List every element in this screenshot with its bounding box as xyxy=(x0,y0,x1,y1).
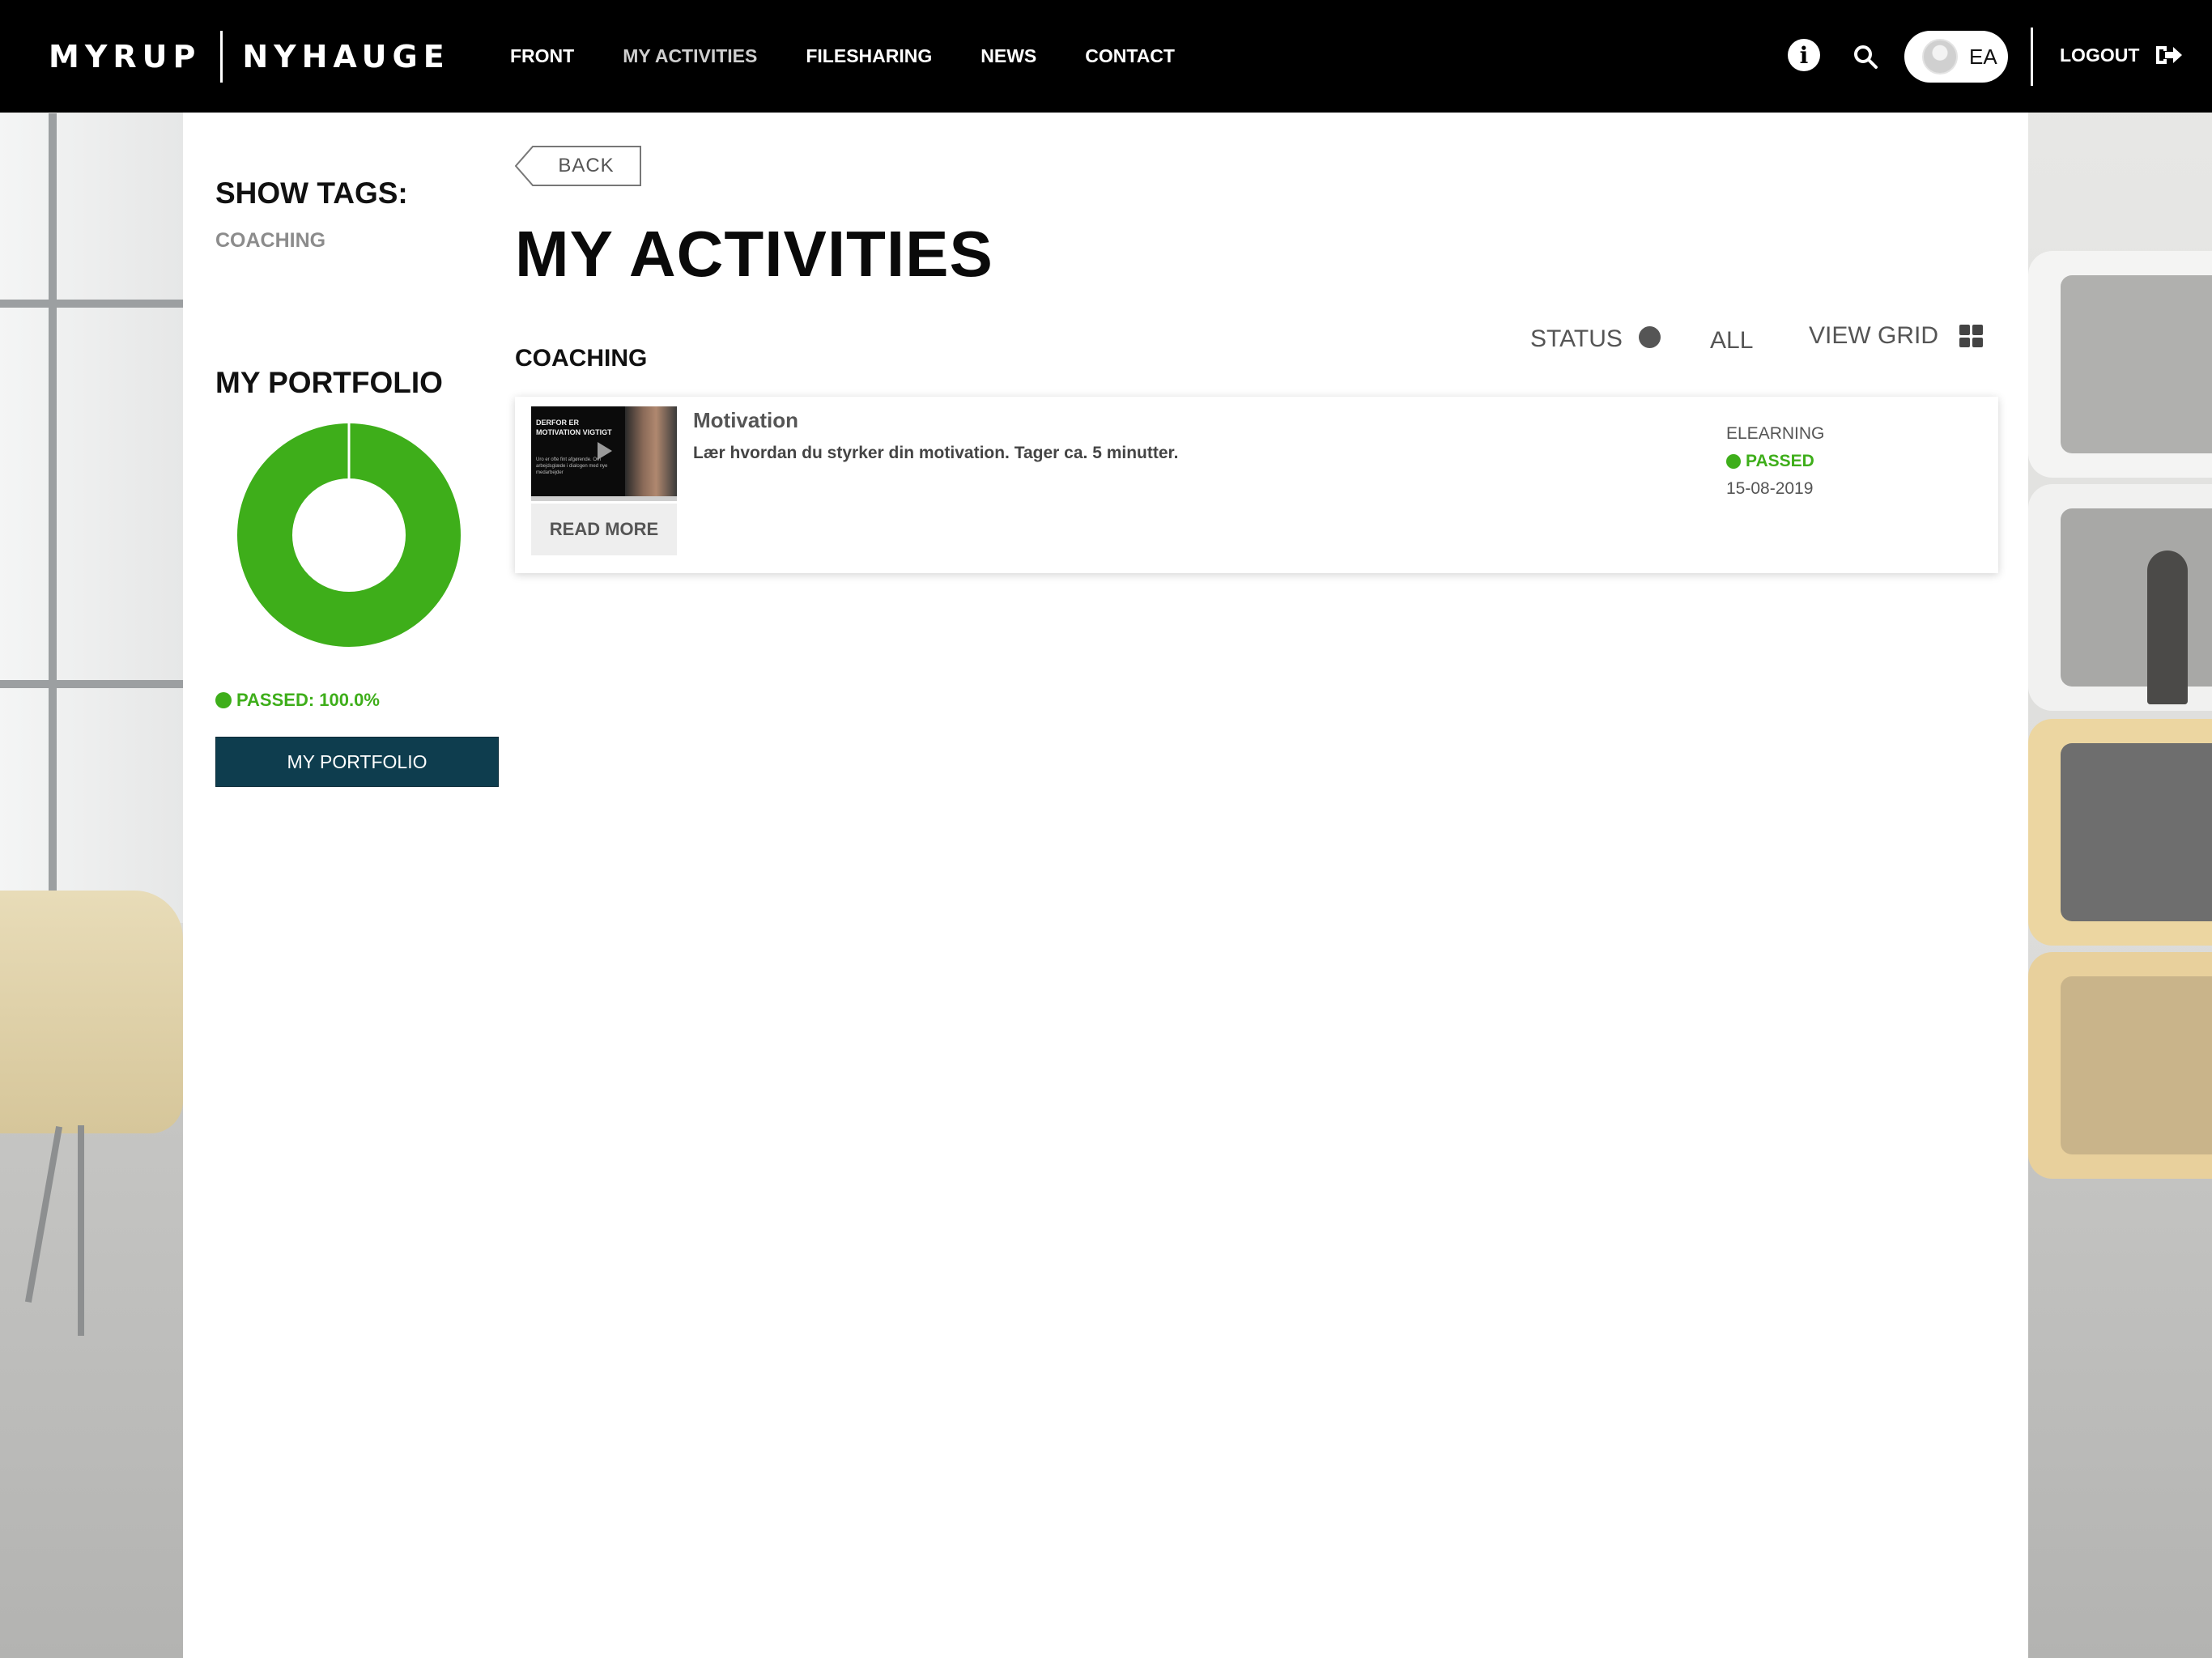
nav-item-filesharing[interactable]: FILESHARING xyxy=(806,45,932,67)
view-grid-toggle[interactable]: VIEW GRID xyxy=(1809,322,1984,350)
search-icon[interactable] xyxy=(1851,42,1880,71)
nav-item-news[interactable]: NEWS xyxy=(981,45,1036,67)
view-grid-label: VIEW GRID xyxy=(1809,322,1939,349)
section-title: COACHING xyxy=(515,345,648,372)
passed-summary: PASSED: 100.0% xyxy=(215,690,380,711)
info-icon[interactable]: i xyxy=(1788,39,1820,71)
activity-status-label: PASSED xyxy=(1746,452,1814,470)
brand-left: MYRUP xyxy=(49,39,202,74)
presenter-image xyxy=(625,406,677,501)
passed-percentage: PASSED: 100.0% xyxy=(236,690,380,710)
show-tags-title: SHOW TAGS: xyxy=(215,176,408,210)
logout-icon xyxy=(2156,46,2183,64)
nav-item-my-activities[interactable]: MY ACTIVITIES xyxy=(623,45,757,67)
activity-description: Lær hvordan du styrker din motivation. T… xyxy=(693,444,1179,462)
status-passed-dot xyxy=(1726,454,1741,469)
logout-label: LOGOUT xyxy=(2060,44,2140,66)
user-initials: EA xyxy=(1969,44,1997,69)
portfolio-donut-chart xyxy=(237,423,461,647)
brand-logo[interactable]: MYRUP NYHAUGE xyxy=(49,31,450,83)
activity-date: 15-08-2019 xyxy=(1726,479,1814,498)
main-nav: FRONT MY ACTIVITIES FILESHARING NEWS CON… xyxy=(510,0,1223,113)
page-title: MY ACTIVITIES xyxy=(515,218,993,290)
play-icon xyxy=(598,442,612,460)
logout-button[interactable]: LOGOUT xyxy=(2060,40,2183,70)
grid-icon xyxy=(1959,325,1984,347)
figurine-decoration xyxy=(2147,551,2188,704)
nav-divider xyxy=(2031,28,2033,86)
user-menu-button[interactable]: EA xyxy=(1904,31,2008,83)
chair-decoration xyxy=(0,891,183,1133)
activity-card: DERFOR ER MOTIVATION VIGTIGT Uro er ofte… xyxy=(515,397,1998,573)
status-dot-icon xyxy=(1638,325,1661,348)
window-decoration xyxy=(0,113,183,923)
top-nav-bar: MYRUP NYHAUGE FRONT MY ACTIVITIES FILESH… xyxy=(0,0,2212,113)
brand-divider xyxy=(220,31,223,83)
activity-title[interactable]: Motivation xyxy=(693,408,798,433)
video-progress-bar xyxy=(531,496,677,501)
back-label: BACK xyxy=(558,155,615,176)
status-filter-label: STATUS xyxy=(1530,325,1623,352)
back-button[interactable]: BACK xyxy=(515,146,641,186)
thumbnail-caption: DERFOR ER MOTIVATION VIGTIGT xyxy=(536,419,612,436)
nav-item-front[interactable]: FRONT xyxy=(510,45,574,67)
status-filter[interactable]: STATUS xyxy=(1530,325,1661,353)
portfolio-title: MY PORTFOLIO xyxy=(215,366,443,399)
activity-type: ELEARNING xyxy=(1726,424,1825,443)
activity-thumbnail[interactable]: DERFOR ER MOTIVATION VIGTIGT Uro er ofte… xyxy=(531,406,677,501)
activity-status: PASSED xyxy=(1726,452,1814,471)
all-filter[interactable]: ALL xyxy=(1710,327,1753,355)
avatar xyxy=(1922,39,1958,74)
my-portfolio-button[interactable]: MY PORTFOLIO xyxy=(215,737,499,787)
nav-item-contact[interactable]: CONTACT xyxy=(1085,45,1175,67)
read-more-button[interactable]: READ MORE xyxy=(531,504,677,555)
tag-coaching[interactable]: COACHING xyxy=(215,229,325,253)
brand-right: NYHAUGE xyxy=(242,39,450,74)
shelf-decoration xyxy=(2028,251,2212,478)
passed-dot xyxy=(215,692,232,708)
